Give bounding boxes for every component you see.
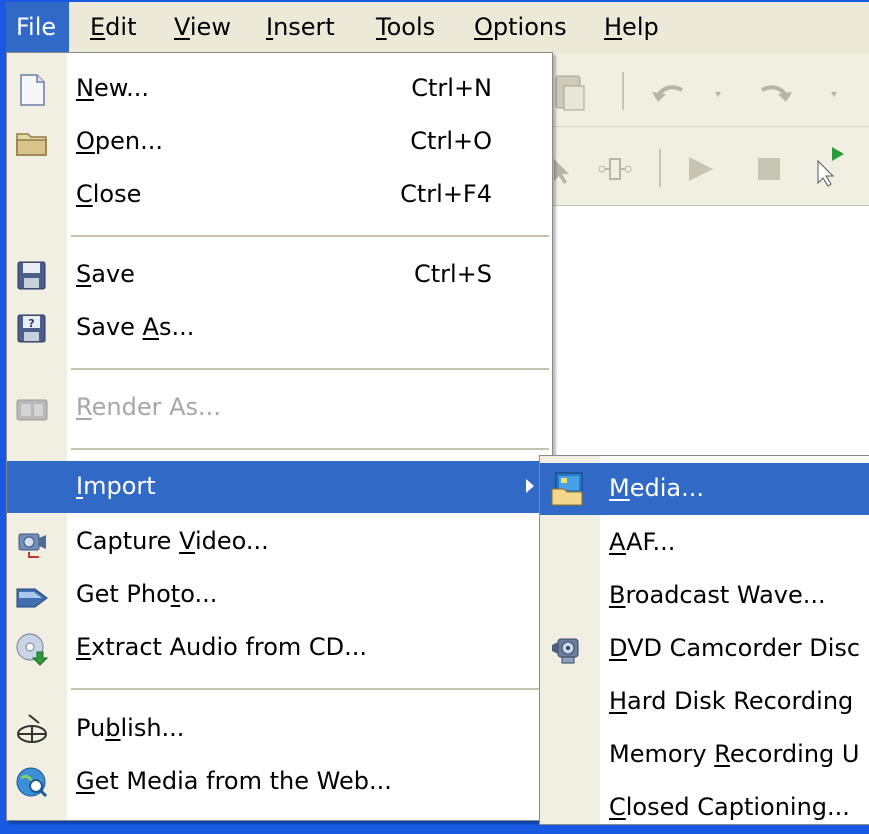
menu-item-import-label: Import (76, 472, 156, 500)
menu-item-capture-video[interactable]: Capture Video... (7, 516, 552, 568)
menu-separator (71, 688, 549, 690)
menu-options[interactable]: Options (464, 2, 577, 54)
menu-item-new-shortcut: Ctrl+N (411, 74, 492, 102)
menu-item-capture-video-label: Capture Video... (76, 527, 269, 555)
select-tool-icon[interactable] (554, 159, 569, 184)
menu-item-open-shortcut: Ctrl+O (410, 127, 492, 155)
menu-tools-mnemonic: T (376, 13, 387, 41)
undo-icon[interactable] (652, 85, 683, 102)
import-submenu: Media... AAF... Broadcast Wave... DVD Ca… (539, 455, 869, 825)
submenu-item-hard-disk-label: Hard Disk Recording (609, 687, 854, 715)
web-media-icon (16, 767, 48, 798)
menu-item-open-label: Open... (76, 127, 163, 155)
menu-item-get-media-web-label: Get Media from the Web... (76, 767, 392, 795)
menu-item-close-label: Close (76, 180, 142, 208)
toolbar1-graphics (555, 72, 837, 111)
menu-item-new-label: New... (76, 74, 150, 102)
redo-dropdown-icon[interactable] (831, 92, 837, 97)
menu-item-render-as[interactable]: Render As... (7, 382, 552, 434)
menu-edit[interactable]: Edit (80, 2, 146, 54)
menu-file-label: File (16, 13, 57, 41)
redo-icon[interactable] (761, 85, 792, 102)
submenu-item-hard-disk[interactable]: Hard Disk Recording (540, 676, 869, 728)
submenu-arrow-icon (526, 479, 534, 493)
render-icon (16, 399, 48, 421)
menu-item-get-photo-label: Get Photo... (76, 580, 218, 608)
menu-help-label: elp (622, 13, 659, 41)
menu-item-save-as[interactable]: ? Save As... (7, 302, 552, 354)
submenu-item-dvd-camcorder-label: DVD Camcorder Disc (609, 634, 861, 662)
standard-toolbar (548, 54, 869, 127)
paste-icon[interactable] (555, 75, 585, 111)
menu-file[interactable]: File (6, 2, 69, 54)
publish-icon (17, 714, 47, 743)
menu-item-close[interactable]: Close Ctrl+F4 (7, 169, 552, 221)
menu-edit-label: dit (105, 13, 137, 41)
menu-item-close-shortcut: Ctrl+F4 (400, 180, 492, 208)
play-from-cursor-icon[interactable] (817, 147, 844, 187)
submenu-item-memory-recording[interactable]: Memory Recording U (540, 729, 869, 781)
menu-options-label: ptions (492, 13, 567, 41)
toolbar2-graphics (554, 147, 844, 187)
stop-icon[interactable] (758, 158, 780, 180)
submenu-item-memory-recording-label: Memory Recording U (609, 740, 860, 768)
menu-help[interactable]: Help (594, 2, 669, 54)
file-menu: New... Ctrl+N Open... Ctrl+O Close Ctrl+… (6, 52, 553, 821)
menu-edit-mnemonic: E (90, 13, 106, 41)
menu-view-mnemonic: V (174, 13, 190, 41)
menu-help-mnemonic: H (604, 13, 623, 41)
transport-toolbar (548, 127, 869, 206)
menu-item-save[interactable]: Save Ctrl+S (7, 249, 552, 301)
menu-insert-label: nsert (273, 13, 335, 41)
menu-options-mnemonic: O (474, 13, 493, 41)
menu-item-publish[interactable]: Publish... (7, 703, 552, 755)
menu-item-open[interactable]: Open... Ctrl+O (7, 116, 552, 168)
menu-separator (71, 368, 549, 370)
menu-tools-label: ools (386, 13, 436, 41)
menu-item-import[interactable]: Import (7, 461, 552, 513)
play-icon[interactable] (689, 157, 713, 181)
menu-item-extract-audio[interactable]: Extract Audio from CD... (7, 622, 552, 674)
menu-separator (71, 448, 549, 450)
new-document-icon (20, 74, 45, 106)
menu-item-publish-label: Publish... (76, 714, 185, 742)
menu-item-save-shortcut: Ctrl+S (413, 260, 492, 288)
submenu-item-media-label: Media... (609, 474, 704, 502)
menu-insert[interactable]: Insert (256, 2, 345, 54)
menu-item-save-as-label: Save As... (76, 313, 195, 341)
menu-separator (71, 235, 549, 237)
floppy-disk-icon (17, 261, 46, 290)
submenu-item-aaf-label: AAF... (609, 528, 676, 556)
save-as-icon: ? (17, 314, 46, 343)
menu-tools[interactable]: Tools (366, 2, 445, 54)
folder-icon (16, 133, 47, 156)
menu-item-get-media-web[interactable]: Get Media from the Web... (7, 756, 552, 808)
menu-item-get-photo[interactable]: Get Photo... (7, 569, 552, 621)
submenu-item-media[interactable]: Media... (540, 463, 869, 515)
menu-bar: File Edit View Insert Tools Options Help (6, 0, 869, 56)
menu-view[interactable]: View (164, 2, 241, 54)
menu-view-label: iew (189, 13, 231, 41)
submenu-item-aaf[interactable]: AAF... (540, 517, 869, 569)
cd-extract-icon (16, 633, 49, 666)
submenu-item-broadcast-wave-label: Broadcast Wave... (609, 581, 826, 609)
undo-dropdown-icon[interactable] (715, 92, 721, 97)
menu-item-extract-audio-label: Extract Audio from CD... (76, 633, 368, 661)
split-icon[interactable] (598, 158, 632, 180)
media-import-icon (551, 472, 583, 506)
submenu-item-closed-captioning[interactable]: Closed Captioning... (540, 782, 869, 834)
menu-item-save-label: Save (76, 260, 135, 288)
capture-video-icon (18, 533, 46, 558)
submenu-item-closed-captioning-label: Closed Captioning... (609, 793, 850, 821)
submenu-item-broadcast-wave[interactable]: Broadcast Wave... (540, 570, 869, 622)
scanner-icon (16, 588, 48, 608)
menu-item-new[interactable]: New... Ctrl+N (7, 63, 552, 115)
submenu-item-dvd-camcorder[interactable]: DVD Camcorder Disc (540, 623, 869, 675)
camcorder-icon (552, 638, 579, 664)
svg-text:?: ? (28, 317, 34, 330)
menu-item-render-as-label: Render As... (76, 393, 221, 421)
